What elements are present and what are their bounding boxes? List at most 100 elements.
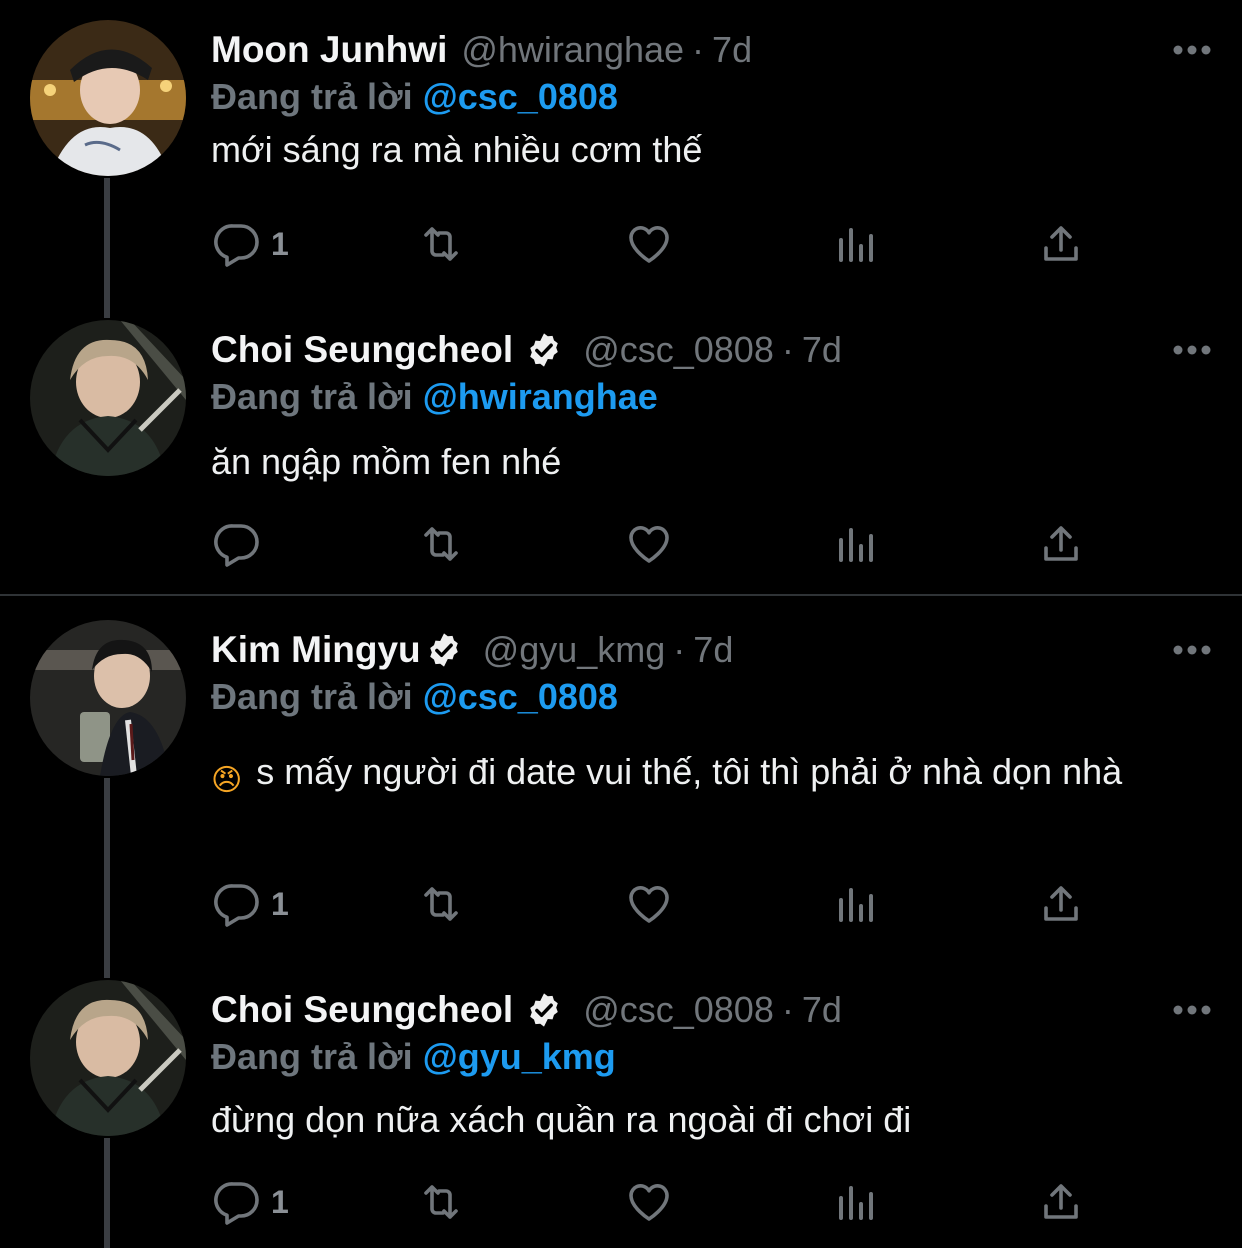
display-name[interactable]: Moon Junhwi — [211, 29, 447, 71]
tweet-3[interactable]: Kim Mingyu @gyu_kmg · 7d Đang trả lời @cs… — [0, 600, 1242, 978]
avatar-image — [30, 20, 186, 176]
tweet-text: 😠 s mấy người đi date vui thế, tôi thì p… — [211, 746, 1161, 807]
replying-to: Đang trả lời @hwiranghae — [211, 376, 658, 418]
avatar[interactable] — [30, 620, 186, 776]
user-handle[interactable]: @hwiranghae — [461, 29, 684, 71]
more-options-icon[interactable] — [1172, 1004, 1212, 1016]
like-button[interactable] — [625, 220, 673, 268]
mention-link[interactable]: @csc_0808 — [423, 76, 618, 117]
share-button[interactable] — [1037, 220, 1085, 268]
analytics-icon — [839, 888, 873, 922]
user-handle[interactable]: @csc_0808 — [583, 329, 774, 371]
analytics-button[interactable] — [831, 520, 879, 568]
heart-icon — [629, 1184, 669, 1221]
timestamp[interactable]: 7d — [693, 629, 733, 671]
replying-to: Đang trả lời @gyu_kmg — [211, 1036, 616, 1078]
reply-icon — [214, 1182, 259, 1225]
retweet-icon — [424, 227, 458, 261]
angry-face-emoji: 😠 — [211, 763, 243, 798]
reply-button[interactable]: 1 — [213, 880, 289, 928]
analytics-icon — [839, 228, 873, 262]
share-button[interactable] — [1037, 880, 1085, 928]
analytics-button[interactable] — [831, 1178, 879, 1226]
replying-to-label: Đang trả lời — [211, 376, 413, 417]
avatar-image — [30, 980, 186, 1136]
retweet-icon — [424, 527, 458, 561]
analytics-icon — [839, 528, 873, 562]
like-button[interactable] — [625, 1178, 673, 1226]
share-icon — [1044, 886, 1078, 921]
more-options-icon[interactable] — [1172, 44, 1212, 56]
reply-icon — [214, 224, 259, 267]
analytics-button[interactable] — [831, 220, 879, 268]
tweet-header: Moon Junhwi @hwiranghae · 7d — [211, 28, 752, 72]
heart-icon — [629, 886, 669, 923]
thread-line — [104, 1138, 110, 1248]
thread-line — [104, 778, 110, 978]
share-icon — [1044, 526, 1078, 561]
tweet-text: mới sáng ra mà nhiều cơm thế — [211, 129, 703, 170]
reply-icon — [214, 524, 259, 567]
tweet-text-content: s mấy người đi date vui thế, tôi thì phả… — [256, 751, 1123, 792]
replying-to: Đang trả lời @csc_0808 — [211, 76, 618, 118]
user-handle[interactable]: @gyu_kmg — [483, 629, 666, 671]
timestamp[interactable]: 7d — [802, 329, 842, 371]
timestamp[interactable]: 7d — [802, 989, 842, 1031]
avatar[interactable] — [30, 320, 186, 476]
display-name[interactable]: Choi Seungcheol — [211, 329, 513, 371]
tweet-header: Choi Seungcheol @csc_0808 · 7d — [211, 988, 842, 1032]
reply-icon — [214, 884, 259, 927]
reply-button[interactable] — [213, 520, 271, 568]
retweet-button[interactable] — [417, 880, 465, 928]
analytics-icon — [839, 1186, 873, 1220]
reply-button[interactable]: 1 — [213, 1178, 289, 1226]
replying-to-label: Đang trả lời — [211, 1036, 413, 1077]
like-button[interactable] — [625, 880, 673, 928]
display-name[interactable]: Kim Mingyu — [211, 629, 421, 671]
retweet-button[interactable] — [417, 220, 465, 268]
action-bar: 1 — [211, 1178, 1091, 1228]
avatar-image — [30, 620, 186, 776]
action-bar: 1 — [211, 880, 1091, 930]
separator: · — [781, 329, 794, 370]
like-button[interactable] — [625, 520, 673, 568]
display-name[interactable]: Choi Seungcheol — [211, 989, 513, 1031]
more-options-icon[interactable] — [1172, 644, 1212, 656]
retweet-button[interactable] — [417, 1178, 465, 1226]
tweet-header: Choi Seungcheol @csc_0808 · 7d — [211, 328, 842, 372]
more-options-icon[interactable] — [1172, 344, 1212, 356]
replying-to-label: Đang trả lời — [211, 76, 413, 117]
heart-icon — [629, 226, 669, 263]
separator: · — [692, 29, 705, 70]
share-button[interactable] — [1037, 1178, 1085, 1226]
verified-badge-icon — [530, 333, 558, 367]
verified-badge-icon — [530, 993, 558, 1027]
separator: · — [781, 989, 794, 1030]
tweet-2[interactable]: Choi Seungcheol @csc_0808 · 7d Đang trả … — [0, 300, 1242, 594]
heart-icon — [629, 526, 669, 563]
share-icon — [1044, 226, 1078, 261]
timestamp[interactable]: 7d — [712, 29, 752, 71]
tweet-text: đừng dọn nữa xách quần ra ngoài đi chơi … — [211, 1099, 912, 1140]
analytics-button[interactable] — [831, 880, 879, 928]
mention-link[interactable]: @gyu_kmg — [423, 1036, 616, 1077]
share-button[interactable] — [1037, 520, 1085, 568]
mention-link[interactable]: @hwiranghae — [423, 376, 658, 417]
reply-button[interactable]: 1 — [213, 220, 289, 268]
retweet-button[interactable] — [417, 520, 465, 568]
avatar[interactable] — [30, 980, 186, 1136]
reply-count: 1 — [271, 1183, 289, 1220]
avatar-image — [30, 320, 186, 476]
action-bar: 1 — [211, 220, 1091, 270]
retweet-icon — [424, 887, 458, 921]
replying-to: Đang trả lời @csc_0808 — [211, 676, 618, 718]
replying-to-label: Đang trả lời — [211, 676, 413, 717]
user-handle[interactable]: @csc_0808 — [583, 989, 774, 1031]
verified-badge-icon — [429, 633, 458, 667]
avatar[interactable] — [30, 20, 186, 176]
thread-divider — [0, 594, 1242, 596]
mention-link[interactable]: @csc_0808 — [423, 676, 618, 717]
tweet-1[interactable]: Moon Junhwi @hwiranghae · 7d Đang trả lờ… — [0, 0, 1242, 318]
tweet-4[interactable]: Choi Seungcheol @csc_0808 · 7d Đang trả … — [0, 960, 1242, 1248]
share-icon — [1044, 1184, 1078, 1219]
